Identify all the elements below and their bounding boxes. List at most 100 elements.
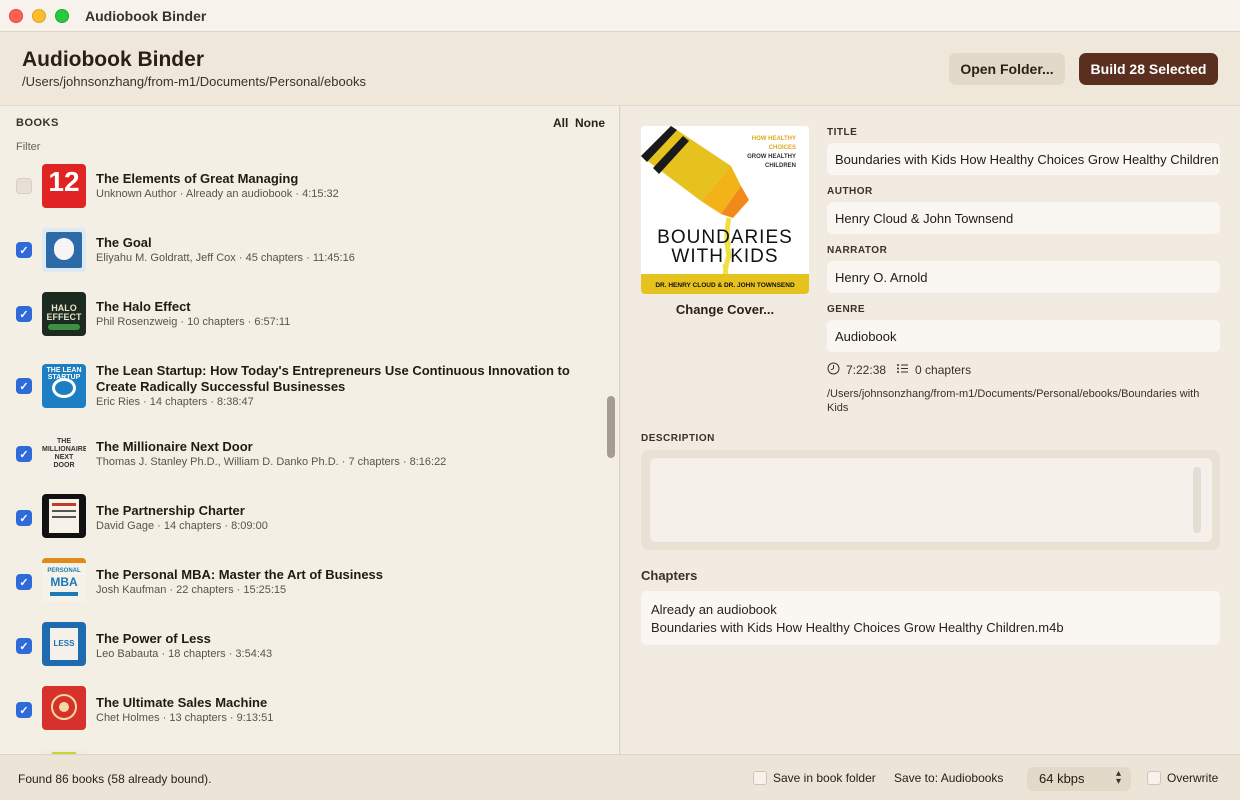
- duration-value: 7:22:38: [846, 363, 887, 377]
- cover-tagline: GROW HEALTHY: [747, 154, 796, 160]
- chapter-count: 0 chapters: [915, 363, 972, 377]
- overwrite-checkbox[interactable]: [1147, 771, 1161, 785]
- book-row[interactable]: ✓ The Ultimate Sales Machine Chet Holmes…: [0, 684, 604, 748]
- chapters-label: Chapters: [641, 568, 698, 583]
- book-cover-thumbnail: HALO EFFECT: [42, 292, 86, 336]
- status-bar: Found 86 books (58 already bound). Save …: [0, 754, 1240, 800]
- cover-tagline: CHOICES: [769, 145, 796, 151]
- book-checkbox[interactable]: ✓: [16, 378, 32, 394]
- books-panel: BOOKS All None Filter 12 The Elements of…: [0, 106, 620, 754]
- book-row[interactable]: ✓ PERSONAL MBA The Personal MBA: Master …: [0, 556, 604, 620]
- book-checkbox[interactable]: ✓: [16, 574, 32, 590]
- book-cover-image: HOW HEALTHY CHOICES GROW HEALTHY CHILDRE…: [641, 126, 809, 294]
- select-none-button[interactable]: None: [575, 116, 605, 130]
- window-title: Audiobook Binder: [85, 8, 207, 24]
- genre-label: GENRE: [827, 304, 866, 315]
- genre-field[interactable]: Audiobook: [827, 320, 1220, 352]
- clock-icon: [827, 362, 840, 378]
- cover-title: WITH KIDS: [671, 246, 778, 267]
- book-title: The Millionaire Next Door: [96, 439, 253, 454]
- book-row[interactable]: ✓ The Partnership Charter David Gage · 1…: [0, 492, 604, 556]
- author-field[interactable]: Henry Cloud & John Townsend: [827, 202, 1220, 234]
- narrator-label: NARRATOR: [827, 245, 888, 256]
- book-meta: Josh Kaufman · 22 chapters · 15:25:15: [96, 584, 287, 596]
- book-row[interactable]: ✓ THE LEAN STARTUP The Lean Startup: How…: [0, 348, 604, 428]
- chapters-list: Already an audiobook Boundaries with Kid…: [641, 591, 1220, 645]
- status-text: Found 86 books (58 already bound).: [18, 772, 212, 786]
- book-cover-thumbnail: PERSONAL MBA: [42, 558, 86, 602]
- cover-authors: DR. HENRY CLOUD & DR. JOHN TOWNSEND: [655, 282, 795, 289]
- book-title: The Goal: [96, 235, 152, 250]
- description-textarea[interactable]: [650, 458, 1212, 542]
- description-scrollbar[interactable]: [1193, 467, 1201, 533]
- cover-tagline: HOW HEALTHY: [752, 136, 796, 142]
- book-title: The Power of Less: [96, 631, 211, 646]
- book-row[interactable]: ✓ HALO EFFECT The Halo Effect Phil Rosenz…: [0, 284, 604, 348]
- book-cover-thumbnail: [42, 228, 86, 272]
- book-meta: Thomas J. Stanley Ph.D., William D. Dank…: [96, 456, 447, 468]
- book-meta: Leo Babauta · 18 chapters · 3:54:43: [96, 648, 273, 660]
- book-cover-thumbnail: THE MILLIONAIRE NEXT DOOR: [42, 430, 86, 474]
- book-list-scrollbar-thumb[interactable]: [607, 396, 615, 458]
- narrator-field[interactable]: Henry O. Arnold: [827, 261, 1220, 293]
- book-title: The Personal MBA: Master the Art of Busi…: [96, 567, 384, 582]
- description-label: DESCRIPTION: [641, 433, 715, 444]
- book-list[interactable]: 12 The Elements of Great Managing Unknow…: [0, 156, 604, 754]
- minimize-window-button[interactable]: [32, 9, 46, 23]
- author-label: AUTHOR: [827, 186, 873, 197]
- cover-title: BOUNDARIES: [657, 227, 793, 248]
- book-meta: Eliyahu M. Goldratt, Jeff Cox · 45 chapt…: [96, 252, 355, 264]
- build-selected-button[interactable]: Build 28 Selected: [1079, 53, 1218, 85]
- book-cover-thumbnail: THE LEAN STARTUP: [42, 364, 86, 408]
- books-heading: BOOKS: [16, 117, 59, 129]
- zoom-window-button[interactable]: [55, 9, 69, 23]
- book-checkbox[interactable]: ✓: [16, 306, 32, 322]
- book-checkbox[interactable]: ✓: [16, 242, 32, 258]
- bitrate-select[interactable]: 64 kbps ▴ ▾: [1027, 767, 1131, 791]
- chevron-updown-icon: ▴ ▾: [1115, 768, 1121, 787]
- book-cover-thumbnail: LESS: [42, 622, 86, 666]
- bitrate-value: 64 kbps: [1039, 771, 1085, 786]
- book-cover-thumbnail: [42, 686, 86, 730]
- book-checkbox[interactable]: ✓: [16, 702, 32, 718]
- select-all-button[interactable]: All: [553, 116, 568, 130]
- book-meta: Eric Ries · 14 chapters · 8:38:47: [96, 396, 254, 408]
- window-titlebar: Audiobook Binder: [0, 0, 1240, 32]
- folder-path: /Users/johnsonzhang/from-m1/Documents/Pe…: [22, 74, 366, 89]
- book-row[interactable]: ✓ THE MILLIONAIRE NEXT DOOR The Millionaire…: [0, 428, 604, 492]
- book-row[interactable]: ✓ The Goal Eliyahu M. Goldratt, Jeff Cox…: [0, 220, 604, 284]
- close-window-button[interactable]: [9, 9, 23, 23]
- change-cover-button[interactable]: Change Cover...: [641, 302, 809, 317]
- book-stats: 7:22:38 0 chapters: [827, 362, 977, 378]
- book-title: The Elements of Great Managing: [96, 171, 299, 186]
- book-title: The Partnership Charter: [96, 503, 245, 518]
- book-detail-panel: HOW HEALTHY CHOICES GROW HEALTHY CHILDRE…: [621, 106, 1240, 754]
- save-in-book-folder-checkbox[interactable]: [753, 771, 767, 785]
- chapters-line: Boundaries with Kids How Healthy Choices…: [651, 620, 1064, 635]
- book-meta: Phil Rosenzweig · 10 chapters · 6:57:11: [96, 316, 291, 328]
- book-meta: Unknown Author · Already an audiobook · …: [96, 188, 339, 200]
- book-meta: David Gage · 14 chapters · 8:09:00: [96, 520, 268, 532]
- book-row[interactable]: 12 The Elements of Great Managing Unknow…: [0, 156, 604, 220]
- list-icon: [896, 362, 909, 378]
- book-title: The Ultimate Sales Machine: [96, 695, 268, 710]
- book-title: The Lean Startup: How Today's Entreprene…: [96, 363, 570, 394]
- save-to-button[interactable]: Save to: Audiobooks: [894, 771, 1003, 785]
- title-field[interactable]: Boundaries with Kids How Healthy Choices…: [827, 143, 1220, 175]
- app-header: Audiobook Binder /Users/johnsonzhang/fro…: [0, 32, 1240, 106]
- book-checkbox[interactable]: ✓: [16, 510, 32, 526]
- chapters-line: Already an audiobook: [651, 602, 777, 617]
- book-cover-thumbnail: [42, 494, 86, 538]
- book-checkbox[interactable]: ✓: [16, 446, 32, 462]
- filter-input[interactable]: Filter: [16, 141, 40, 153]
- book-checkbox[interactable]: ✓: [16, 638, 32, 654]
- cover-tagline: CHILDREN: [765, 163, 796, 169]
- overwrite-label[interactable]: Overwrite: [1167, 771, 1218, 785]
- book-checkbox[interactable]: [16, 178, 32, 194]
- save-in-book-folder-label[interactable]: Save in book folder: [773, 771, 876, 785]
- book-row[interactable]: ✓ LESS The Power of Less Leo Babauta · 1…: [0, 620, 604, 684]
- title-label: TITLE: [827, 127, 858, 138]
- book-list-scrollbar[interactable]: [606, 164, 616, 754]
- open-folder-button[interactable]: Open Folder...: [949, 53, 1065, 85]
- book-cover-thumbnail: 12: [42, 164, 86, 208]
